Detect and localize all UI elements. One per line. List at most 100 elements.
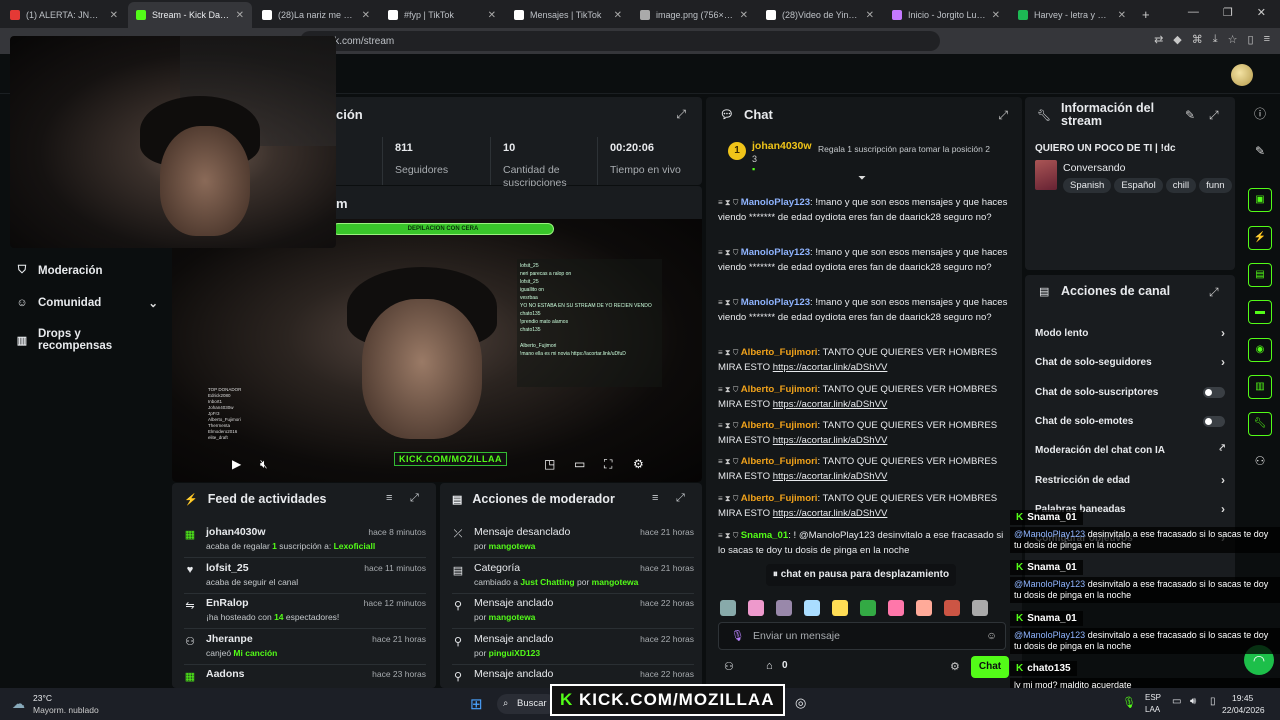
- emote-icon[interactable]: [888, 600, 904, 616]
- document-icon[interactable]: ▤: [1248, 263, 1272, 287]
- browser-tab[interactable]: Mensajes | TikTok ✕: [506, 2, 630, 28]
- battery-icon[interactable]: ▯: [1210, 696, 1216, 707]
- wrench-icon[interactable]: 🔧︎: [1248, 412, 1272, 436]
- chat-icon[interactable]: ▬: [1248, 300, 1272, 324]
- chat-paused-banner[interactable]: ⏸ chat en pausa para desplazamiento: [766, 564, 956, 586]
- translate-icon[interactable]: ⇄: [1154, 33, 1163, 46]
- browser-tab[interactable]: #fyp | TikTok ✕: [380, 2, 504, 28]
- stream-tag[interactable]: Spanish: [1063, 178, 1112, 193]
- channel-action-row[interactable]: Chat de solo-seguidores ›: [1035, 355, 1225, 369]
- menu-icon[interactable]: ≡: [1264, 33, 1270, 46]
- chat-message[interactable]: ≡ ⧗ ⛉ ManoloPlay123: !mano y que son eso…: [718, 196, 1012, 225]
- chat-message[interactable]: ≡ ⧗ ⛉ Alberto_Fujimori: TANTO QUE QUIERE…: [718, 383, 1012, 412]
- chat-message[interactable]: ≡ ⧗ ⛉ Alberto_Fujimori: TANTO QUE QUIERE…: [718, 419, 1012, 448]
- browser-tab[interactable]: Stream - Kick Dashbo ✕: [128, 2, 252, 28]
- mute-icon[interactable]: 🔇︎: [260, 457, 268, 472]
- emote-icon[interactable]: [776, 600, 792, 616]
- close-tab-icon[interactable]: ✕: [1118, 10, 1126, 21]
- chat-link[interactable]: https://acortar.link/aDShVV: [773, 399, 888, 410]
- expand-icon[interactable]: ⤢: [676, 107, 686, 122]
- chat-message[interactable]: ≡ ⧗ ⛉ ManoloPlay123: !mano y que son eso…: [718, 296, 1012, 325]
- emote-icon[interactable]: [944, 600, 960, 616]
- chat-message[interactable]: ≡ ⧗ ⛉ Snama_01: ! @ManoloPlay123 desinvi…: [718, 529, 1012, 558]
- video-player[interactable]: DEPILACION CON CERA lofsit_25 neri pareca…: [172, 219, 702, 482]
- sidebar-item-moderation[interactable]: ⛉ Moderación: [16, 264, 158, 277]
- chat-username[interactable]: Alberto_Fujimori: [741, 493, 818, 504]
- theater-icon[interactable]: ▭: [574, 457, 585, 471]
- edit-icon[interactable]: ✎: [1185, 108, 1195, 122]
- stats-icon[interactable]: ▣: [1248, 188, 1272, 212]
- collapse-icon[interactable]: ⏷: [858, 173, 866, 184]
- close-tab-icon[interactable]: ✕: [992, 10, 1000, 21]
- community-icon[interactable]: ⚇: [1248, 449, 1272, 473]
- chat-link[interactable]: https://acortar.link/aDShVV: [773, 435, 888, 446]
- expand-icon[interactable]: ⤢: [676, 492, 685, 505]
- chat-message[interactable]: ≡ ⧗ ⛉ Alberto_Fujimori: TANTO QUE QUIERE…: [718, 492, 1012, 521]
- emote-icon[interactable]: [748, 600, 764, 616]
- new-tab-icon[interactable]: +: [1142, 7, 1150, 22]
- chat-link[interactable]: https://acortar.link/aDShVV: [773, 471, 888, 482]
- clock-time[interactable]: 19:45: [1232, 693, 1253, 703]
- close-tab-icon[interactable]: ✕: [488, 10, 496, 21]
- settings-icon[interactable]: ⚙: [633, 457, 644, 471]
- sidebar-item-drops[interactable]: ▥ Drops y recompensas: [16, 328, 158, 352]
- puzzle-icon[interactable]: ⌘: [1192, 33, 1203, 46]
- browser-tab[interactable]: image.png (756×521) ✕: [632, 2, 756, 28]
- channel-action-row[interactable]: Chat de solo-suscriptores: [1035, 386, 1225, 398]
- emote-icon[interactable]: [832, 600, 848, 616]
- close-window-icon[interactable]: ✕: [1257, 6, 1266, 19]
- expand-icon[interactable]: ⤢: [1209, 108, 1219, 123]
- expand-icon[interactable]: ⤢: [1209, 285, 1219, 300]
- chat-username[interactable]: ManoloPlay123: [741, 297, 810, 308]
- browser-tab[interactable]: Harvey - letra y música de ✕: [1010, 2, 1134, 28]
- bookmark-icon[interactable]: ☆: [1228, 33, 1238, 46]
- chat-username[interactable]: ManoloPlay123: [741, 247, 810, 258]
- close-tab-icon[interactable]: ✕: [740, 10, 748, 21]
- url-field[interactable]: kick.com/stream: [300, 31, 940, 51]
- mic-tray-icon[interactable]: 🎙︎: [1122, 696, 1136, 709]
- fullscreen-icon[interactable]: ⛶: [604, 457, 612, 472]
- browser-tab[interactable]: Inicio - Jorgito Luna ✕: [884, 2, 1008, 28]
- bolt-icon[interactable]: ⚡: [1248, 226, 1272, 250]
- maximize-icon[interactable]: ❐: [1223, 6, 1233, 19]
- chat-username[interactable]: Alberto_Fujimori: [741, 456, 818, 467]
- close-tab-icon[interactable]: ✕: [362, 10, 370, 21]
- emote-icon[interactable]: [720, 600, 736, 616]
- toggle-switch[interactable]: [1203, 415, 1225, 427]
- chat-link[interactable]: https://acortar.link/aDShVV: [773, 362, 888, 373]
- send-chat-button[interactable]: Chat: [971, 656, 1009, 678]
- minimize-icon[interactable]: —: [1188, 6, 1199, 19]
- network-icon[interactable]: ▭: [1172, 696, 1181, 707]
- close-tab-icon[interactable]: ✕: [866, 10, 874, 21]
- chat-settings-icon[interactable]: ⚙: [950, 660, 960, 673]
- chat-message[interactable]: ≡ ⧗ ⛉ ManoloPlay123: !mano y que son eso…: [718, 246, 1012, 275]
- user-avatar[interactable]: [1231, 64, 1253, 86]
- chat-username[interactable]: Alberto_Fujimori: [741, 384, 818, 395]
- emoji-icon[interactable]: ☺: [986, 623, 997, 649]
- chat-message[interactable]: ≡ ⧗ ⛉ Alberto_Fujimori: TANTO QUE QUIERE…: [718, 346, 1012, 375]
- close-tab-icon[interactable]: ✕: [110, 10, 118, 21]
- chat-username[interactable]: Snama_01: [741, 530, 788, 541]
- chat-link[interactable]: https://acortar.link/aDShVV: [773, 508, 888, 519]
- browser-tab[interactable]: (1) ALERTA: JNE QUIERE C ✕: [2, 2, 126, 28]
- chat-username[interactable]: Alberto_Fujimori: [741, 420, 818, 431]
- broadcast-icon[interactable]: ◉: [1248, 338, 1272, 362]
- chat-message[interactable]: ≡ ⧗ ⛉ Alberto_Fujimori: TANTO QUE QUIERE…: [718, 455, 1012, 484]
- obs-icon[interactable]: ◎: [795, 695, 806, 711]
- stream-tag[interactable]: Español: [1114, 178, 1163, 193]
- channel-action-row[interactable]: Chat de solo-emotes: [1035, 415, 1225, 427]
- download-icon[interactable]: ⤓: [1213, 33, 1218, 46]
- emote-icon[interactable]: [860, 600, 876, 616]
- channel-action-row[interactable]: Moderación del chat con IA ⤤: [1035, 443, 1225, 456]
- pip-icon[interactable]: ◳: [544, 457, 555, 471]
- store-icon[interactable]: ⌂: [766, 660, 773, 672]
- emote-icon[interactable]: [916, 600, 932, 616]
- toggle-switch[interactable]: [1203, 386, 1225, 398]
- browser-tab[interactable]: (28)Video de Yina (@yina ✕: [758, 2, 882, 28]
- info-icon[interactable]: ⓘ: [1248, 102, 1272, 126]
- expand-icon[interactable]: ⤢: [410, 492, 419, 505]
- sidebar-icon[interactable]: ▯: [1248, 33, 1254, 46]
- close-tab-icon[interactable]: ✕: [614, 10, 622, 21]
- volume-icon[interactable]: 🔊︎: [1190, 696, 1196, 707]
- taskbar-search[interactable]: ⌕ Buscar: [497, 694, 557, 714]
